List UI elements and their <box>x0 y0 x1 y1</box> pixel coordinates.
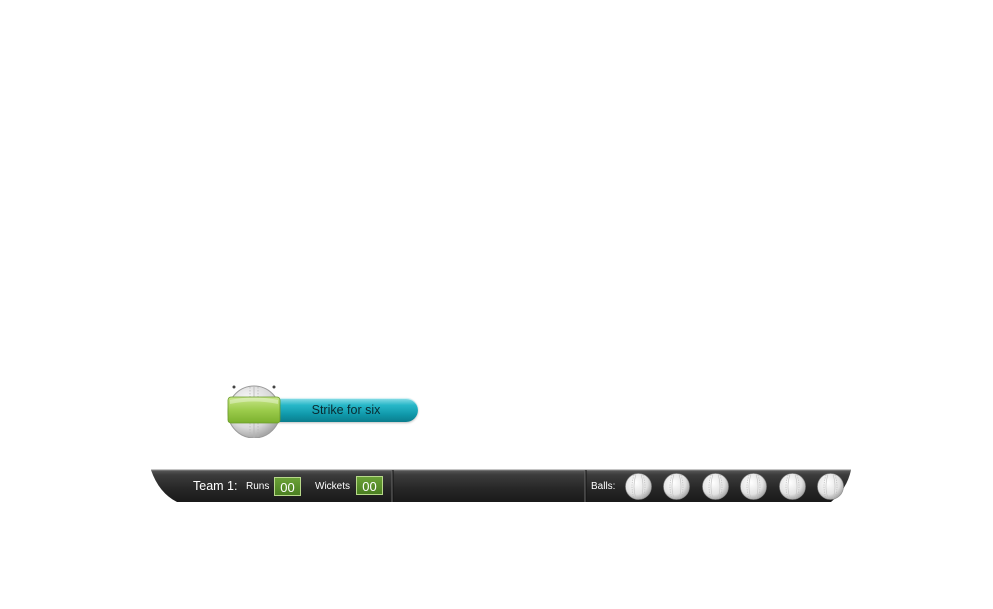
strike-for-six-label: Strike for six <box>311 403 381 417</box>
cricket-ball-icon <box>227 385 281 438</box>
cricket-ball-icon <box>702 473 729 500</box>
runs-value: 00 <box>274 477 301 496</box>
scoreboard: Team 1: Runs 00 Wickets 00 Balls: <box>151 469 851 503</box>
cricket-ball-icon <box>663 473 690 500</box>
cricket-ball-icon <box>625 473 652 500</box>
strike-for-six-button[interactable]: Strike for six <box>226 380 421 440</box>
cricket-ball-icon <box>817 473 844 500</box>
wickets-value: 00 <box>356 476 383 495</box>
cricket-ball-icon <box>740 473 767 500</box>
balls-label: Balls: <box>591 481 616 492</box>
cricket-ball-icon <box>779 473 806 500</box>
wickets-label: Wickets <box>315 481 350 492</box>
team-label: Team 1: <box>193 479 238 493</box>
runs-label: Runs <box>246 481 270 492</box>
